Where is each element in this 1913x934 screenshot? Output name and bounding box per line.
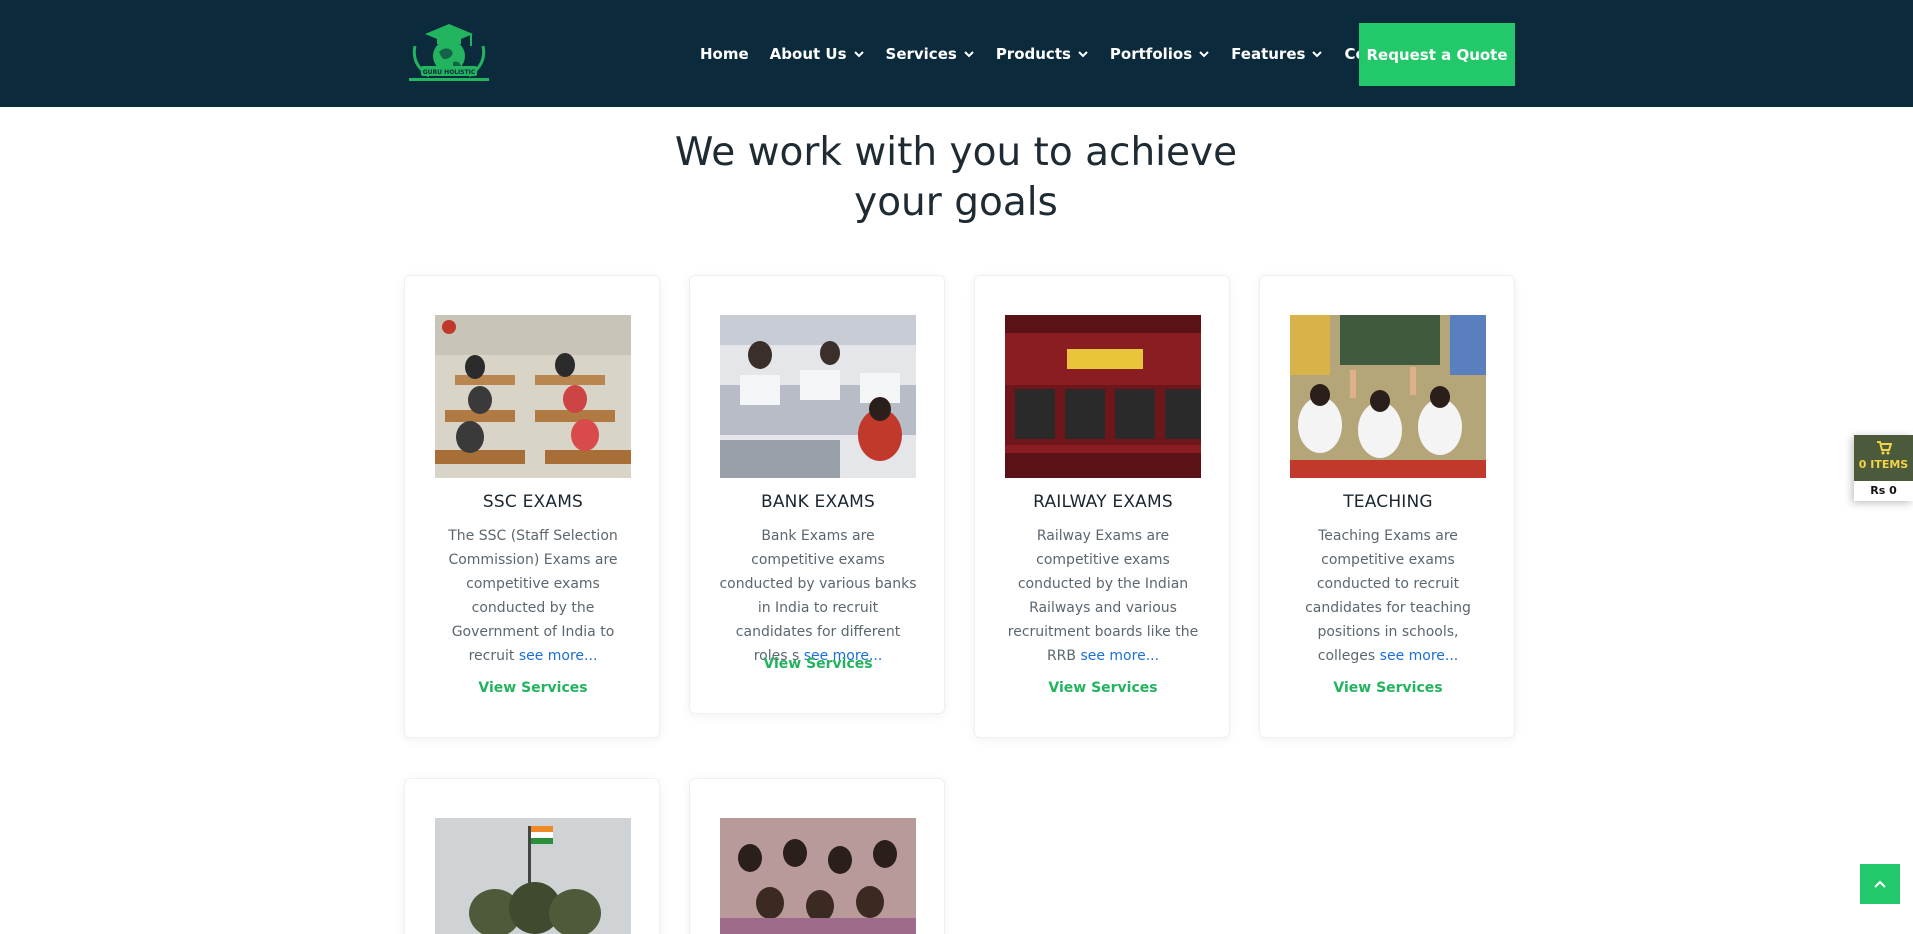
nav-products[interactable]: Products [996,45,1089,63]
crowd-exam-image [720,818,916,934]
chevron-down-icon [853,50,864,57]
view-services-button[interactable]: View Services [1260,680,1516,696]
service-card-defence [404,778,660,934]
service-card-teaching: TEACHING Teaching Exams are competitive … [1259,275,1515,738]
view-services-button[interactable]: View Services [690,656,946,672]
card-title: RAILWAY EXAMS [1033,492,1173,512]
card-desc-text: Teaching Exams are competitive exams con… [1305,528,1471,664]
card-description: Railway Exams are competitive exams cond… [1003,524,1203,668]
scroll-to-top-button[interactable] [1860,864,1900,904]
section-heading: We work with you to achieve your goals [656,128,1256,228]
card-desc-text: The SSC (Staff Selection Commission) Exa… [448,528,618,664]
heading-line-2: your goals [854,180,1058,225]
card-desc-text: Bank Exams are competitive exams conduct… [719,528,917,664]
service-card-railway: RAILWAY EXAMS Railway Exams are competit… [974,275,1230,738]
nav-features[interactable]: Features [1231,45,1323,63]
service-card-crowd [689,778,945,934]
nav-home[interactable]: Home [700,45,749,63]
card-description: The SSC (Staff Selection Commission) Exa… [433,524,633,668]
mini-cart[interactable]: 0 ITEMS Rs 0 [1854,435,1913,501]
railway-exam-image [1005,315,1201,478]
ssc-exam-image [435,315,631,478]
see-more-link[interactable]: see more... [519,648,598,664]
chevron-down-icon [1199,50,1209,57]
card-title: BANK EXAMS [760,492,876,512]
see-more-link[interactable]: see more... [1080,648,1159,664]
main-nav: Home About Us Services Products Portfoli… [700,0,1431,107]
card-description: Bank Exams are competitive exams conduct… [718,524,918,668]
view-services-button[interactable]: View Services [975,680,1231,696]
bank-exam-image [720,315,916,478]
view-services-button[interactable]: View Services [405,680,661,696]
site-header: GURU HOLISTIC Home About Us Services Pro… [0,0,1913,107]
teaching-exam-image [1290,315,1486,478]
nav-label: Products [995,44,1071,63]
chevron-down-icon [964,50,974,57]
logo-ribbon-text: GURU HOLISTIC [423,69,476,76]
nav-label: Portfolios [1109,44,1193,63]
nav-about-us[interactable]: About Us [770,45,865,63]
chevron-up-icon [1874,880,1886,888]
nav-label: Features [1231,44,1306,63]
defence-exam-image [435,818,631,934]
nav-portfolios[interactable]: Portfolios [1110,45,1210,63]
nav-services[interactable]: Services [886,45,975,63]
nav-label: Services [885,44,957,63]
see-more-link[interactable]: see more... [1380,648,1459,664]
cart-items-panel: 0 ITEMS [1854,435,1913,481]
site-logo[interactable]: GURU HOLISTIC [403,22,495,84]
request-quote-button[interactable]: Request a Quote [1359,23,1515,86]
heading-line-1: We work with you to achieve [674,130,1238,175]
cart-items-count: 0 ITEMS [1858,458,1909,471]
card-title: TEACHING [1343,492,1433,512]
cart-total: Rs 0 [1854,481,1913,501]
nav-label: About Us [769,44,847,63]
card-title: SSC EXAMS [482,492,584,512]
service-card-ssc: SSC EXAMS The SSC (Staff Selection Commi… [404,275,660,738]
chevron-down-icon [1078,50,1088,57]
chevron-down-icon [1312,50,1323,57]
card-description: Teaching Exams are competitive exams con… [1288,524,1488,668]
card-desc-text: Railway Exams are competitive exams cond… [1007,528,1199,664]
cart-icon [1876,441,1892,455]
nav-label: Home [700,44,749,63]
service-card-bank: BANK EXAMS Bank Exams are competitive ex… [689,275,945,714]
